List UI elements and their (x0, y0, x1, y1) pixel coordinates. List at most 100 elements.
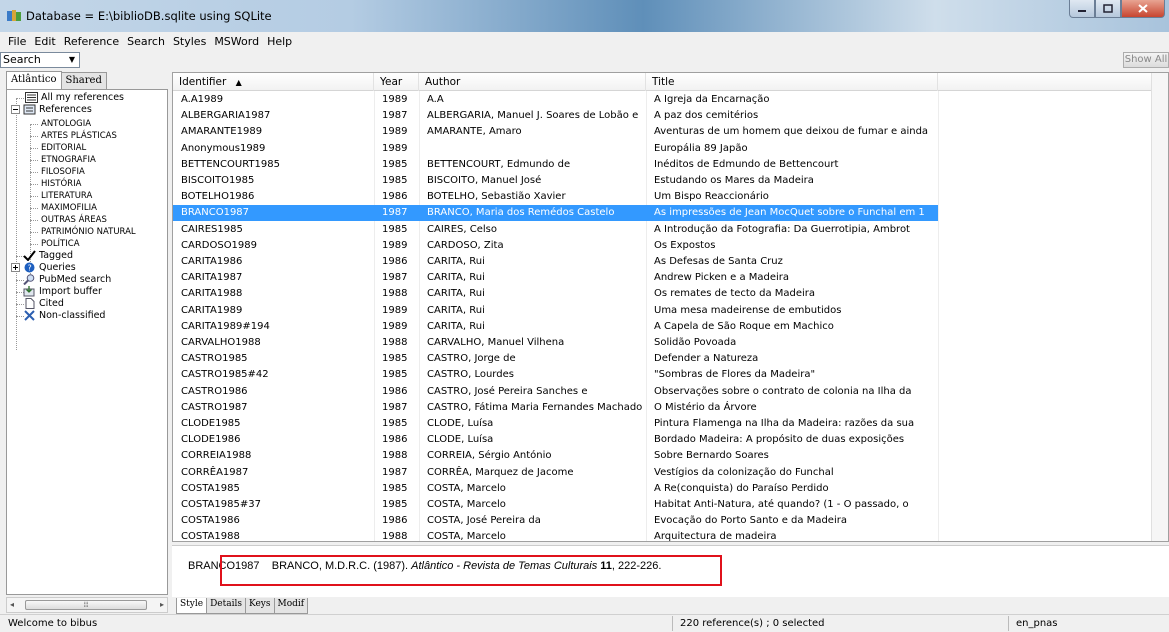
table-row[interactable]: COSTA1985 1985 COSTA, Marcelo A Re(conquist… (173, 481, 938, 497)
tab-details[interactable]: Details (206, 598, 246, 614)
tree-item-queries[interactable]: ? Queries (11, 262, 76, 273)
tree-item-category[interactable]: OUTRAS ÁREAS (41, 215, 107, 225)
x-icon (24, 310, 35, 321)
table-row[interactable]: AMARANTE1989 1989 AMARANTE, Amaro Aventuras… (173, 124, 938, 140)
search-select[interactable]: Search ▼ (0, 52, 80, 68)
minimize-button[interactable] (1069, 0, 1095, 18)
cell-identifier: CASTRO1986 (181, 385, 248, 397)
cell-identifier: BOTELHO1986 (181, 191, 255, 203)
tree-item-pubmed[interactable]: PubMed search (23, 274, 111, 285)
menu-file[interactable]: File (4, 35, 30, 48)
tree-item-category[interactable]: LITERATURA (41, 191, 92, 201)
table-row[interactable]: CARDOSO1989 1989 CARDOSO, Zita Os Expostos (173, 238, 938, 254)
menu-search[interactable]: Search (123, 35, 169, 48)
cell-identifier: CARVALHO1988 (181, 337, 261, 348)
tree-item-category[interactable]: EDITORIAL (41, 143, 86, 153)
table-row[interactable]: BISCOITO1985 1985 BISCOITO, Manuel José Est… (173, 173, 938, 189)
table-row[interactable]: BRANCO1987 1987 BRANCO, Maria dos Remédos … (173, 205, 938, 222)
table-row[interactable]: CLODE1986 1986 CLODE, Luísa Bordado Madeira… (173, 432, 938, 448)
menu-msword[interactable]: MSWord (210, 35, 263, 48)
cell-year: 1986 (382, 515, 408, 527)
tree-item-category[interactable]: PATRIMÓNIO NATURAL (41, 227, 136, 237)
scrollbar-thumb[interactable]: ⦙⦙⦙ (25, 600, 147, 610)
tree-item-tagged[interactable]: Tagged (23, 250, 73, 261)
cell-year: 1986 (382, 385, 408, 397)
scroll-left-icon[interactable]: ◂ (10, 600, 14, 609)
table-row[interactable]: ALBERGARIA1987 1987 ALBERGARIA, Manuel J. … (173, 108, 938, 124)
table-row[interactable]: CLODE1985 1985 CLODE, Luísa Pintura Flameng… (173, 416, 938, 432)
table-row[interactable]: COSTA1988 1988 COSTA, Marcelo Arquitectura … (173, 529, 938, 541)
cell-year: 1989 (382, 94, 408, 105)
menu-reference[interactable]: Reference (60, 35, 123, 48)
tab-style[interactable]: Style (176, 598, 208, 614)
cell-year: 1987 (382, 401, 408, 413)
tree-item-category[interactable]: ARTES PLÁSTICAS (41, 131, 117, 141)
maximize-button[interactable] (1095, 0, 1121, 18)
cell-title: "Sombras de Flores da Madeira" (654, 369, 816, 381)
tree-item-cited[interactable]: Cited (23, 298, 64, 309)
tree-label-all-references: All my references (41, 92, 125, 103)
cell-identifier: BISCOITO1985 (181, 175, 255, 186)
tree-item-references[interactable]: References (11, 104, 92, 115)
cell-year: 1989 (382, 126, 408, 138)
scroll-right-icon[interactable]: ▸ (160, 600, 164, 609)
menu-styles[interactable]: Styles (169, 35, 210, 48)
tree-item-non-classified[interactable]: Non-classified (23, 310, 105, 321)
status-reference-count: 220 reference(s) ; 0 selected (680, 618, 825, 629)
tab-modif[interactable]: Modif (273, 598, 309, 614)
window-title: Database = E:\biblioDB.sqlite using SQLi… (26, 9, 272, 23)
table-row[interactable]: A.A1989 1989 A.A A Igreja da Encarnação (173, 92, 938, 108)
table-row[interactable]: CARITA1987 1987 CARITA, Rui Andrew Picken e… (173, 270, 938, 286)
cell-author: CASTRO, José Pereira Sanches e (427, 385, 588, 397)
table-row[interactable]: CASTRO1985 1985 CASTRO, Jorge de Defender a… (173, 351, 938, 367)
table-vertical-scrollbar[interactable] (1151, 73, 1168, 541)
show-all-button[interactable]: Show All (1123, 52, 1169, 68)
column-header-author[interactable]: Author (419, 73, 646, 91)
table-row[interactable]: COSTA1985#37 1985 COSTA, Marcelo Habitat An… (173, 497, 938, 513)
table-row[interactable]: CARITA1986 1986 CARITA, Rui As Defesas de S… (173, 254, 938, 270)
menu-edit[interactable]: Edit (30, 35, 59, 48)
table-row[interactable]: CORREIA1988 1988 CORREIA, Sérgio António So… (173, 448, 938, 464)
cell-year: 1988 (382, 337, 408, 348)
tree-horizontal-scrollbar[interactable]: ◂ ⦙⦙⦙ ▸ (6, 597, 168, 613)
table-row[interactable]: CARITA1989#194 1989 CARITA, Rui A Capela de… (173, 319, 938, 335)
table-row[interactable]: COSTA1986 1986 COSTA, José Pereira da Evoca… (173, 513, 938, 529)
table-row[interactable]: CARVALHO1988 1988 CARVALHO, Manuel Vilhena… (173, 335, 938, 351)
table-row[interactable]: CASTRO1985#42 1985 CASTRO, Lourdes "Sombras… (173, 367, 938, 383)
cell-identifier: CLODE1985 (181, 418, 241, 429)
tab-keys[interactable]: Keys (244, 598, 275, 614)
cell-author: COSTA, Marcelo (427, 499, 506, 510)
table-row[interactable]: CASTRO1987 1987 CASTRO, Fátima Maria Ferna… (173, 400, 938, 416)
column-header-identifier[interactable]: Identifier ▲ (173, 73, 374, 91)
table-row[interactable]: CARITA1989 1989 CARITA, Rui Uma mesa madeir… (173, 303, 938, 319)
tree-item-category[interactable]: HISTÓRIA (41, 179, 81, 189)
menu-help[interactable]: Help (263, 35, 296, 48)
column-header-year[interactable]: Year (374, 73, 419, 91)
table-row[interactable]: BETTENCOURT1985 1985 BETTENCOURT, Edmundo … (173, 157, 938, 173)
svg-text:?: ? (28, 264, 32, 273)
tab-shared[interactable]: Shared (60, 72, 107, 90)
cell-identifier: CARITA1988 (181, 288, 243, 300)
tree-item-category[interactable]: FILOSOFIA (41, 167, 85, 177)
table-row[interactable]: CARITA1988 1988 CARITA, Rui Os remates de t… (173, 286, 938, 302)
cell-year: 1988 (382, 450, 408, 462)
column-header-title[interactable]: Title (646, 73, 938, 91)
tree-item-all-references[interactable]: All my references (25, 92, 124, 103)
table-row[interactable]: CORRÊA1987 1987 CORRÊA, Marquez de Jacome V… (173, 465, 938, 481)
table-row[interactable]: BOTELHO1986 1986 BOTELHO, Sebastião Xavier… (173, 189, 938, 205)
table-row[interactable]: Anonymous1989 1989 Europália 89 Japão (173, 141, 938, 157)
tree-item-category[interactable]: POLÍTICA (41, 239, 80, 249)
tab-atlantico[interactable]: Atlântico (6, 71, 62, 90)
cell-identifier: CASTRO1987 (181, 401, 248, 413)
tree-item-category[interactable]: ETNOGRAFIA (41, 155, 96, 165)
cell-identifier: Anonymous1989 (181, 142, 266, 154)
table-row[interactable]: CASTRO1986 1986 CASTRO, José Pereira Sanch… (173, 384, 938, 400)
tree-item-category[interactable]: ANTOLOGIA (41, 119, 91, 129)
tree-item-import-buffer[interactable]: Import buffer (23, 286, 102, 297)
close-button[interactable] (1121, 0, 1165, 18)
cell-title: Andrew Picken e a Madeira (654, 272, 790, 284)
minimize-icon (1078, 9, 1086, 12)
table-row[interactable]: CAIRES1985 1985 CAIRES, Celso A Introdução … (173, 222, 938, 238)
tree-item-category[interactable]: MAXIMOFILIA (41, 203, 97, 213)
cell-title: As Defesas de Santa Cruz (654, 256, 783, 267)
